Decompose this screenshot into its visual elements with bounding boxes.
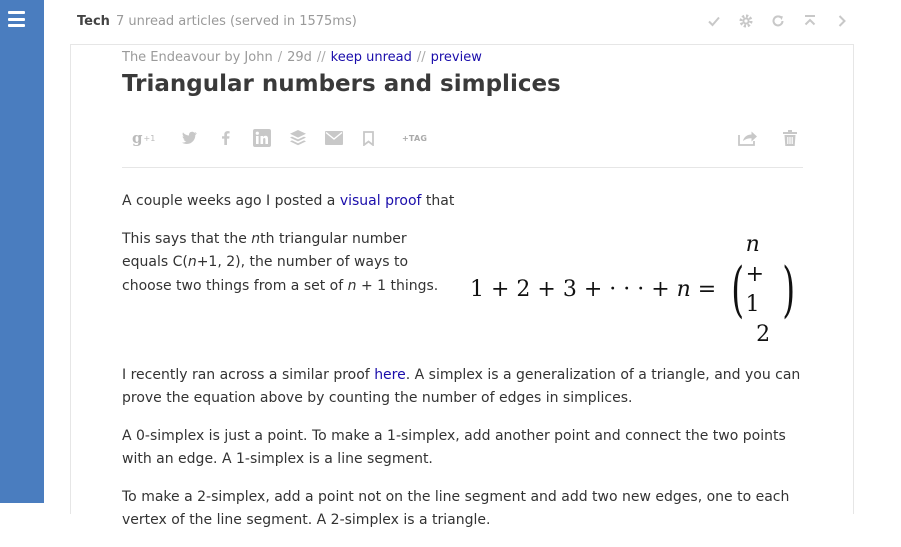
paragraph-with-formula: This says that the nth triangular number… <box>122 228 804 350</box>
binomial-coefficient: ( n + 1 2 ) <box>731 231 795 347</box>
refresh-icon[interactable] <box>769 12 787 30</box>
article-content: A couple weeks ago I posted a visual pro… <box>122 190 804 547</box>
sidebar <box>0 0 44 503</box>
buffer-stack-icon[interactable] <box>289 128 307 148</box>
scroll-top-icon[interactable] <box>801 12 819 30</box>
formula-lhs: 1 + 2 + 3 + · · · + n = <box>470 276 717 302</box>
bookmark-icon[interactable] <box>363 128 374 148</box>
keep-unread-link[interactable]: keep unread <box>331 50 412 65</box>
top-actions <box>705 12 851 30</box>
share-export-icon[interactable] <box>738 128 758 148</box>
paragraph: I recently ran across a similar proof he… <box>122 366 801 407</box>
preview-link[interactable]: preview <box>431 50 482 65</box>
feed-title[interactable]: Tech <box>77 14 110 29</box>
triangular-number-formula: 1 + 2 + 3 + · · · + n = ( n + 1 2 ) <box>470 228 800 350</box>
paragraph: A 0-simplex is just a point. To make a 1… <box>122 427 786 468</box>
linkedin-icon[interactable] <box>253 128 271 148</box>
article-card: The Endeavour by John/29d//keep unread//… <box>70 44 854 528</box>
gear-icon[interactable] <box>737 12 755 30</box>
top-bar: Tech 7 unread articles (served in 1575ms… <box>44 0 901 44</box>
here-link[interactable]: here <box>374 367 406 383</box>
facebook-icon[interactable] <box>222 128 230 148</box>
article-title[interactable]: Triangular numbers and simplices <box>122 71 561 97</box>
article-age: 29d <box>287 50 312 65</box>
mark-read-check-icon[interactable] <box>705 12 723 30</box>
twitter-icon[interactable] <box>182 128 198 148</box>
paragraph: A couple weeks ago I posted a visual pro… <box>122 193 455 209</box>
trash-icon[interactable] <box>783 128 797 148</box>
paragraph: To make a 2-simplex, add a point not on … <box>122 488 790 529</box>
visual-proof-link[interactable]: visual proof <box>340 193 422 209</box>
add-tag-icon[interactable]: +TAG <box>402 128 427 148</box>
feed-status: 7 unread articles (served in 1575ms) <box>116 14 357 29</box>
email-envelope-icon[interactable] <box>325 128 343 148</box>
article-meta: The Endeavour by John/29d//keep unread//… <box>122 50 482 65</box>
article-feed-name[interactable]: The Endeavour by John <box>122 50 273 65</box>
paragraph: This says that the nth triangular number… <box>122 230 439 294</box>
next-article-chevron-icon[interactable] <box>833 12 851 30</box>
share-bar: g +1 +TAG <box>122 123 803 168</box>
menu-icon[interactable] <box>8 11 25 27</box>
google-plus-icon[interactable]: g +1 <box>132 128 155 148</box>
